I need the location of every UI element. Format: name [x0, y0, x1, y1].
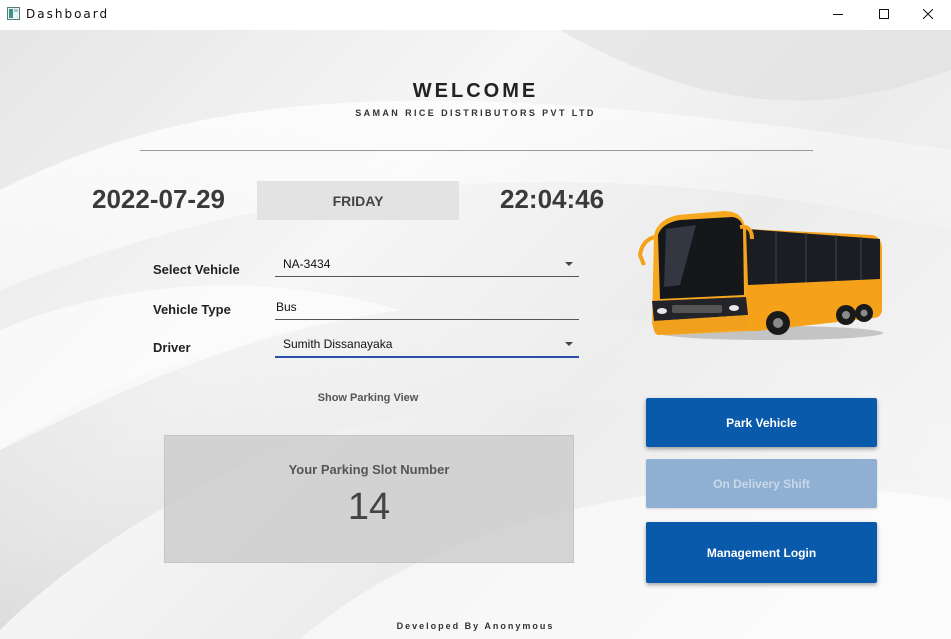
parking-slot-title: Your Parking Slot Number	[288, 462, 450, 477]
footer-credit: Developed By Anonymous	[396, 621, 555, 631]
vehicle-type-label: Vehicle Type	[153, 302, 231, 317]
company-name: SAMAN RICE DISTRIBUTORS PVT LTD	[355, 108, 596, 118]
bus-image	[636, 205, 886, 345]
show-parking-view-link[interactable]: Show Parking View	[268, 392, 468, 404]
park-vehicle-label: Park Vehicle	[726, 415, 797, 430]
driver-select-value: Sumith Dissanayaka	[283, 337, 393, 351]
close-icon	[922, 6, 934, 24]
day-display: FRIDAY	[257, 181, 459, 220]
minimize-icon	[833, 6, 843, 24]
close-button[interactable]	[905, 0, 951, 30]
management-login-label: Management Login	[706, 545, 817, 560]
select-vehicle-label: Select Vehicle	[153, 262, 240, 277]
minimize-button[interactable]	[815, 0, 861, 30]
parking-slot-number: 14	[347, 486, 391, 528]
vehicle-type-value: Bus	[276, 300, 297, 314]
chevron-down-icon	[565, 342, 573, 346]
management-login-button[interactable]: Management Login	[646, 522, 877, 583]
chevron-down-icon	[565, 262, 573, 266]
driver-label: Driver	[153, 340, 191, 355]
vehicle-select[interactable]: NA-3434	[275, 254, 579, 277]
title-bar: Dashboard	[0, 0, 951, 30]
dashboard-window: Dashboard WELCOME SAMAN RICE DISTRIBUTOR…	[0, 0, 951, 639]
parking-slot-panel: Your Parking Slot Number 14	[164, 435, 574, 563]
on-delivery-shift-label: On Delivery Shift	[713, 476, 810, 491]
time-display: 22:04:46	[500, 184, 605, 214]
vehicle-select-value: NA-3434	[283, 257, 331, 271]
park-vehicle-button[interactable]: Park Vehicle	[646, 398, 877, 447]
app-window-icon	[7, 7, 20, 20]
maximize-icon	[879, 6, 889, 24]
maximize-button[interactable]	[861, 0, 907, 30]
day-label: FRIDAY	[332, 192, 384, 209]
window-title: Dashboard	[26, 7, 110, 21]
header-divider	[140, 150, 813, 151]
driver-select[interactable]: Sumith Dissanayaka	[275, 334, 579, 358]
welcome-heading: WELCOME	[412, 80, 539, 102]
date-display: 2022-07-29	[92, 184, 225, 214]
on-delivery-shift-button[interactable]: On Delivery Shift	[646, 459, 877, 508]
vehicle-type-field[interactable]: Bus	[275, 297, 579, 320]
